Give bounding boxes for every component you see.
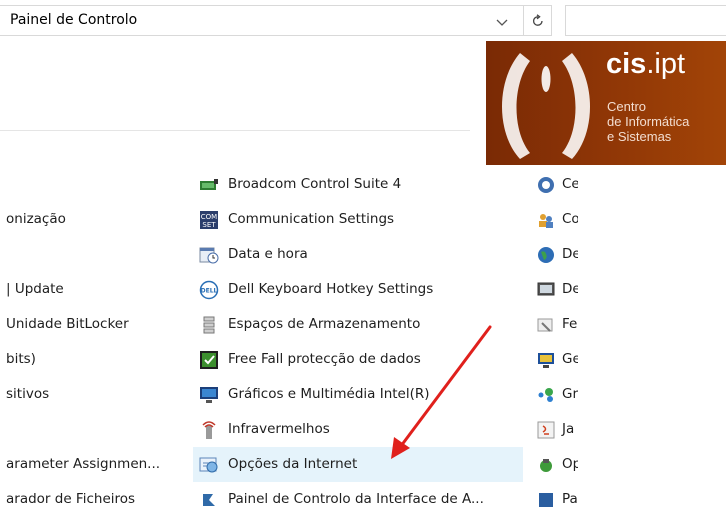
item-label: bits) — [6, 351, 36, 367]
tools-icon — [537, 318, 553, 332]
storage-spaces-icon — [203, 316, 215, 334]
cp-item-right[interactable]: Op — [530, 447, 578, 482]
dell-icon: DELL — [199, 280, 219, 300]
refresh-icon — [532, 14, 543, 26]
refresh-button[interactable] — [524, 5, 552, 36]
cp-item-communication-settings[interactable]: COM SET Communication Settings — [193, 202, 523, 237]
item-label: Fe — [562, 316, 578, 332]
cp-item-infrared[interactable]: Infravermelhos — [193, 412, 523, 447]
list-item[interactable]: Unidade BitLocker — [0, 307, 186, 342]
cp-item-right[interactable]: Ce — [530, 167, 578, 202]
monitor-icon — [538, 353, 554, 368]
infrared-icon — [202, 421, 216, 439]
item-label: Unidade BitLocker — [6, 316, 129, 332]
cp-item-right[interactable]: Co — [530, 202, 578, 237]
item-label: sitivos — [6, 386, 50, 402]
item-label: | Update — [6, 281, 64, 297]
item-label: De — [562, 281, 578, 297]
cp-item-intel-graphics[interactable]: Gráficos e Multimédia Intel(R) — [193, 377, 523, 412]
list-item[interactable]: bits) — [0, 342, 186, 377]
parentheses-logo-icon — [502, 53, 590, 159]
item-label: Pa — [562, 491, 578, 507]
list-item[interactable] — [0, 237, 186, 272]
middle-column: Broadcom Control Suite 4 COM SET Communic… — [193, 167, 523, 517]
item-label: Ja — [562, 421, 575, 437]
item-label: De — [562, 246, 578, 262]
item-label: Ce — [562, 176, 578, 192]
center-icon — [538, 177, 554, 193]
communication-settings-icon: COMSET — [200, 211, 218, 229]
free-fall-icon — [200, 351, 218, 369]
address-bar[interactable]: Painel de Controlo — [0, 5, 524, 36]
item-label: Communication Settings — [228, 211, 395, 227]
item-label: arameter Assignmen... — [6, 456, 161, 472]
item-label: Broadcom Control Suite 4 — [228, 176, 402, 192]
svg-text:SET: SET — [202, 221, 216, 229]
homegroup-icon — [538, 388, 553, 402]
cp-item-right[interactable]: De — [530, 272, 578, 307]
cp-item-internet-options[interactable]: Opções da Internet — [193, 447, 523, 482]
search-input[interactable] — [565, 5, 726, 36]
users-icon — [539, 214, 553, 228]
cp-item-right[interactable]: Fe — [530, 307, 578, 342]
item-label: Painel de Controlo da Interface de A... — [228, 491, 484, 507]
cp-item-free-fall[interactable]: Free Fall protecção de dados — [193, 342, 523, 377]
item-label: Co — [562, 211, 578, 227]
cis-ipt-logo: cis.ipt Centro de Informática e Sistemas — [486, 41, 726, 165]
list-item[interactable]: | Update — [0, 272, 186, 307]
address-path: Painel de Controlo — [10, 12, 138, 28]
cp-item-right[interactable]: Pa — [530, 482, 578, 517]
svg-text:DELL: DELL — [201, 288, 218, 295]
intel-graphics-icon — [200, 387, 218, 403]
java-icon — [537, 421, 555, 439]
cp-item-dell-keyboard[interactable]: DELL Dell Keyboard Hotkey Settings — [193, 272, 523, 307]
item-label: Ge — [562, 351, 578, 367]
right-column: Ce Co De De Fe Ge Gr Ja Op Pa — [530, 167, 578, 517]
list-item[interactable]: onização — [0, 202, 186, 237]
item-label: onização — [6, 211, 66, 227]
separator — [0, 130, 470, 131]
logo-brand: cis.ipt — [606, 48, 686, 80]
cp-item-date-time[interactable]: Data e hora — [193, 237, 523, 272]
item-label: Data e hora — [228, 246, 308, 262]
cp-item-right[interactable]: Ge — [530, 342, 578, 377]
device-icon — [537, 282, 555, 296]
left-column: onização | Update Unidade BitLocker bits… — [0, 167, 186, 517]
control-panel-interface-icon — [203, 494, 215, 506]
item-label: arador de Ficheiros — [6, 491, 136, 507]
item-label: Espaços de Armazenamento — [228, 316, 421, 332]
globe-icon — [538, 247, 554, 263]
cp-item-right[interactable]: Ja — [530, 412, 578, 447]
list-item[interactable]: arador de Ficheiros — [0, 482, 186, 517]
cp-item-right[interactable]: De — [530, 237, 578, 272]
list-item[interactable] — [0, 412, 186, 447]
cp-item-control-panel-interface[interactable]: Painel de Controlo da Interface de A... — [193, 482, 523, 517]
cp-item-storage-spaces[interactable]: Espaços de Armazenamento — [193, 307, 523, 342]
logo-subtitle: Centro de Informática e Sistemas — [607, 99, 690, 144]
list-item[interactable]: arameter Assignmen... — [0, 447, 186, 482]
broadcom-icon — [200, 179, 218, 190]
internet-options-icon — [199, 457, 218, 473]
list-item[interactable]: sitivos — [0, 377, 186, 412]
item-label: Dell Keyboard Hotkey Settings — [228, 281, 434, 297]
item-label: Infravermelhos — [228, 421, 330, 437]
list-item[interactable] — [0, 167, 186, 202]
chevron-down-icon[interactable] — [495, 15, 509, 29]
item-label: Gr — [562, 386, 578, 402]
panel-icon — [539, 493, 553, 507]
item-label: Op — [562, 456, 578, 472]
svg-text:COM: COM — [201, 213, 217, 221]
item-label: Gráficos e Multimédia Intel(R) — [228, 386, 430, 402]
cp-item-broadcom[interactable]: Broadcom Control Suite 4 — [193, 167, 523, 202]
item-label: Opções da Internet — [228, 456, 358, 472]
cp-item-right[interactable]: Gr — [530, 377, 578, 412]
date-time-icon — [199, 247, 219, 264]
item-label: Free Fall protecção de dados — [228, 351, 421, 367]
power-icon — [540, 459, 552, 472]
